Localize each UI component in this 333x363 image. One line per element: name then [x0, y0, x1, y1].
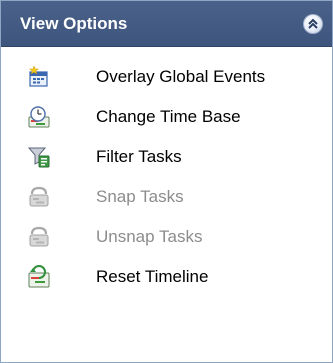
change-time-base-item[interactable]: Change Time Base [1, 97, 332, 137]
item-label: Change Time Base [96, 107, 241, 126]
overlay-global-events-item[interactable]: Overlay Global Events [1, 57, 332, 97]
snap-tasks-item: Snap Tasks [1, 177, 332, 217]
panel-header: View Options [1, 1, 332, 47]
item-label: Snap Tasks [96, 187, 184, 206]
reset-timeline-item[interactable]: Reset Timeline [1, 257, 332, 297]
unsnap-tasks-icon [27, 225, 51, 249]
item-label: Overlay Global Events [96, 67, 266, 86]
double-chevron-up-icon [308, 18, 318, 29]
funnel-filter-icon [27, 145, 51, 169]
panel-title: View Options [20, 14, 128, 33]
calendar-star-icon [27, 65, 51, 89]
item-label: Reset Timeline [96, 267, 209, 286]
item-label: Filter Tasks [96, 147, 182, 166]
view-options-panel: View Options Overlay Global Events Chang… [0, 0, 333, 363]
clock-timeline-icon [27, 105, 51, 129]
filter-tasks-item[interactable]: Filter Tasks [1, 137, 332, 177]
unsnap-tasks-item: Unsnap Tasks [1, 217, 332, 257]
snap-tasks-icon [27, 185, 51, 209]
collapse-button[interactable] [303, 14, 323, 34]
reset-timeline-icon [27, 265, 51, 289]
item-label: Unsnap Tasks [96, 227, 203, 246]
